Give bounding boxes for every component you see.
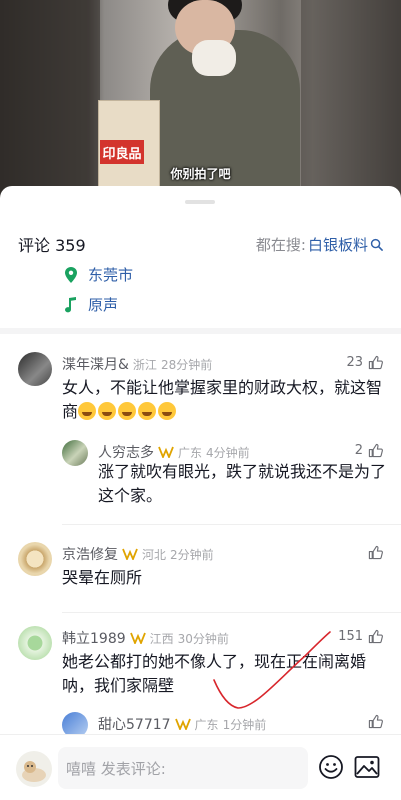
comment-input[interactable]: 嘻嘻 发表评论: xyxy=(58,747,308,789)
badge-icon xyxy=(158,446,174,458)
comment-author[interactable]: 渫年渫月& xyxy=(62,354,129,374)
badge-icon xyxy=(174,718,191,730)
like-control[interactable]: 23 xyxy=(346,355,383,370)
video-subtitle: 你别拍了吧 xyxy=(170,167,231,181)
comment-author[interactable]: 韩立1989 xyxy=(62,628,126,648)
like-count: 23 xyxy=(346,355,363,370)
comment-separator xyxy=(62,612,401,613)
section-divider xyxy=(0,328,401,334)
location-row[interactable]: 东莞市 xyxy=(64,264,133,285)
comment-region: 浙江 xyxy=(132,357,157,372)
comment-input-bar: 嘻嘻 发表评论: xyxy=(0,734,401,800)
cat-avatar-icon xyxy=(22,761,46,782)
comment-meta: 渫年渫月& 浙江 28分钟前 xyxy=(62,354,212,374)
comment-count: 评论 359 xyxy=(18,236,86,255)
search-prefix: 都在搜: xyxy=(255,235,306,254)
like-control[interactable] xyxy=(368,714,383,729)
grin-emoji-icon xyxy=(118,402,137,420)
comment-text: 女人，不能让他掌握家里的财政大权，就这智商 xyxy=(62,376,382,424)
reply-time: 1分钟前 xyxy=(222,717,267,732)
music-row[interactable]: 原声 xyxy=(64,294,118,315)
avatar[interactable] xyxy=(18,542,52,576)
reply-meta: 甜心57717 广东 1分钟前 xyxy=(98,714,266,734)
avatar[interactable] xyxy=(18,352,52,386)
comment-region: 河北 xyxy=(142,547,167,562)
badge-icon xyxy=(122,548,138,560)
reply-text: 涨了就吹有眼光，跌了就说我还不是为了这个家。 xyxy=(98,462,387,505)
reply-author[interactable]: 甜心57717 xyxy=(98,714,171,734)
like-control[interactable]: 151 xyxy=(338,629,383,644)
comment-meta: 京浩修复 河北 2分钟前 xyxy=(62,544,214,564)
location-label[interactable]: 东莞市 xyxy=(88,264,133,285)
video-person-glove xyxy=(192,40,236,76)
location-pin-icon xyxy=(65,266,77,283)
thumb-up-icon[interactable] xyxy=(368,629,383,644)
search-icon[interactable] xyxy=(370,238,383,251)
comment-text: 哭晕在厕所 xyxy=(62,568,143,587)
search-term[interactable]: 白银板料 xyxy=(308,234,368,255)
music-note-icon xyxy=(65,296,76,312)
emoji-icon[interactable] xyxy=(318,754,344,780)
comment-meta: 韩立1989 江西 30分钟前 xyxy=(62,628,229,648)
avatar[interactable] xyxy=(18,626,52,660)
badge-icon xyxy=(129,632,146,644)
like-control[interactable]: 2 xyxy=(355,443,383,458)
search-suggestion[interactable]: 都在搜: 白银板料 xyxy=(256,234,383,255)
avatar[interactable] xyxy=(62,440,88,466)
like-count: 2 xyxy=(354,443,363,458)
reply-region: 广东 xyxy=(194,717,219,732)
image-icon[interactable] xyxy=(354,755,380,779)
comment-time: 28分钟前 xyxy=(160,357,213,372)
reply-author[interactable]: 人穷志多 xyxy=(98,442,154,462)
comment-text: 她老公都打的她不像人了，现在正在闹离婚呐，我们家隔壁 xyxy=(62,652,367,695)
reply-time: 4分钟前 xyxy=(206,445,250,460)
thumb-up-icon[interactable] xyxy=(368,355,383,370)
grin-emoji-icon xyxy=(158,402,177,420)
comment-region: 江西 xyxy=(149,631,174,646)
sheet-header: 评论 359 都在搜: 白银板料 xyxy=(18,232,383,256)
sheet-grab-handle[interactable] xyxy=(185,200,215,204)
grin-emoji-icon xyxy=(98,402,117,420)
comment-separator xyxy=(62,524,401,525)
grin-emoji-icon xyxy=(78,402,97,420)
thumb-up-icon[interactable] xyxy=(368,443,383,458)
video-player[interactable]: 印良品 你别拍了吧 xyxy=(0,0,401,200)
video-bag-label: 印良品 xyxy=(100,140,144,164)
my-avatar[interactable] xyxy=(16,751,52,787)
like-count: 151 xyxy=(338,629,363,644)
reply-region: 广东 xyxy=(178,445,203,460)
music-label[interactable]: 原声 xyxy=(88,294,118,315)
comment-author[interactable]: 京浩修复 xyxy=(62,544,118,564)
comment-time: 2分钟前 xyxy=(170,547,214,562)
like-control[interactable] xyxy=(368,545,383,560)
thumb-up-icon[interactable] xyxy=(368,714,383,729)
comment-time: 30分钟前 xyxy=(177,631,229,646)
reply-meta: 人穷志多 广东 4分钟前 xyxy=(98,442,250,462)
grin-emoji-icon xyxy=(138,402,157,420)
thumb-up-icon[interactable] xyxy=(368,545,383,560)
